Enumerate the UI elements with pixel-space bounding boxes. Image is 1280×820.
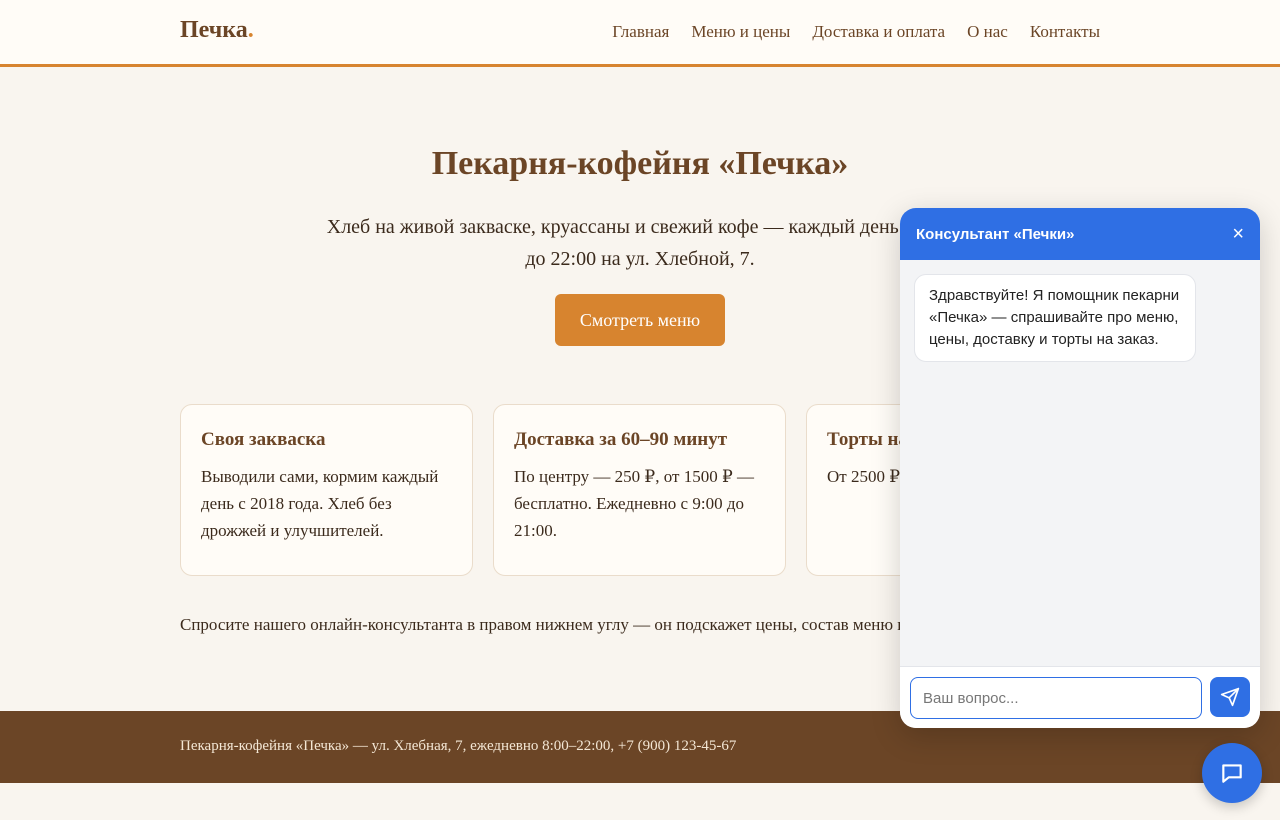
hero-title: Пекарня-кофейня «Печка» <box>431 145 849 182</box>
chat-messages: Здравствуйте! Я помощник пекарни «Печка»… <box>900 260 1260 666</box>
nav-delivery-payment[interactable]: Доставка и оплата <box>812 22 945 42</box>
nav-menu-prices[interactable]: Меню и цены <box>691 22 790 42</box>
hero-subtitle: Хлеб на живой закваске, круассаны и свеж… <box>326 216 954 270</box>
main-nav: Главная Меню и цены Доставка и оплата О … <box>612 22 1100 42</box>
nav-about[interactable]: О нас <box>967 22 1008 42</box>
close-icon[interactable]: × <box>1232 224 1244 244</box>
chat-header: Консультант «Печки» × <box>900 208 1260 260</box>
card-text: Выводили сами, кормим каждый день с 2018… <box>201 467 439 540</box>
chat-widget: Консультант «Печки» × Здравствуйте! Я по… <box>900 208 1260 728</box>
send-icon <box>1220 687 1240 707</box>
footer-text: Пекарня-кофейня «Печка» — ул. Хлебная, 7… <box>180 738 737 754</box>
logo-text: Печка <box>180 17 248 43</box>
view-menu-button[interactable]: Смотреть меню <box>555 294 725 346</box>
feature-card-delivery: Доставка за 60–90 минут По центру — 250 … <box>493 404 786 576</box>
bot-message: Здравствуйте! Я помощник пекарни «Печка»… <box>914 274 1196 362</box>
nav-contacts[interactable]: Контакты <box>1030 22 1100 42</box>
logo[interactable]: Печка. <box>180 17 254 44</box>
card-title: Доставка за 60–90 минут <box>514 429 728 450</box>
card-text: По центру — 250 ₽, от 1500 ₽ — бесплатно… <box>514 467 755 540</box>
chat-title: Консультант «Печки» <box>916 225 1075 243</box>
chat-input-bar <box>900 666 1260 728</box>
card-title: Своя закваска <box>201 429 326 450</box>
logo-dot: . <box>247 17 254 43</box>
chat-launcher-button[interactable] <box>1202 743 1262 803</box>
send-button[interactable] <box>1210 677 1250 717</box>
chat-bubble-icon <box>1222 764 1242 783</box>
feature-card-sourdough: Своя закваска Выводили сами, кормим кажд… <box>180 404 473 576</box>
site-header: Печка. Главная Меню и цены Доставка и оп… <box>0 0 1280 67</box>
nav-home[interactable]: Главная <box>612 22 669 42</box>
chat-input[interactable] <box>910 677 1202 719</box>
